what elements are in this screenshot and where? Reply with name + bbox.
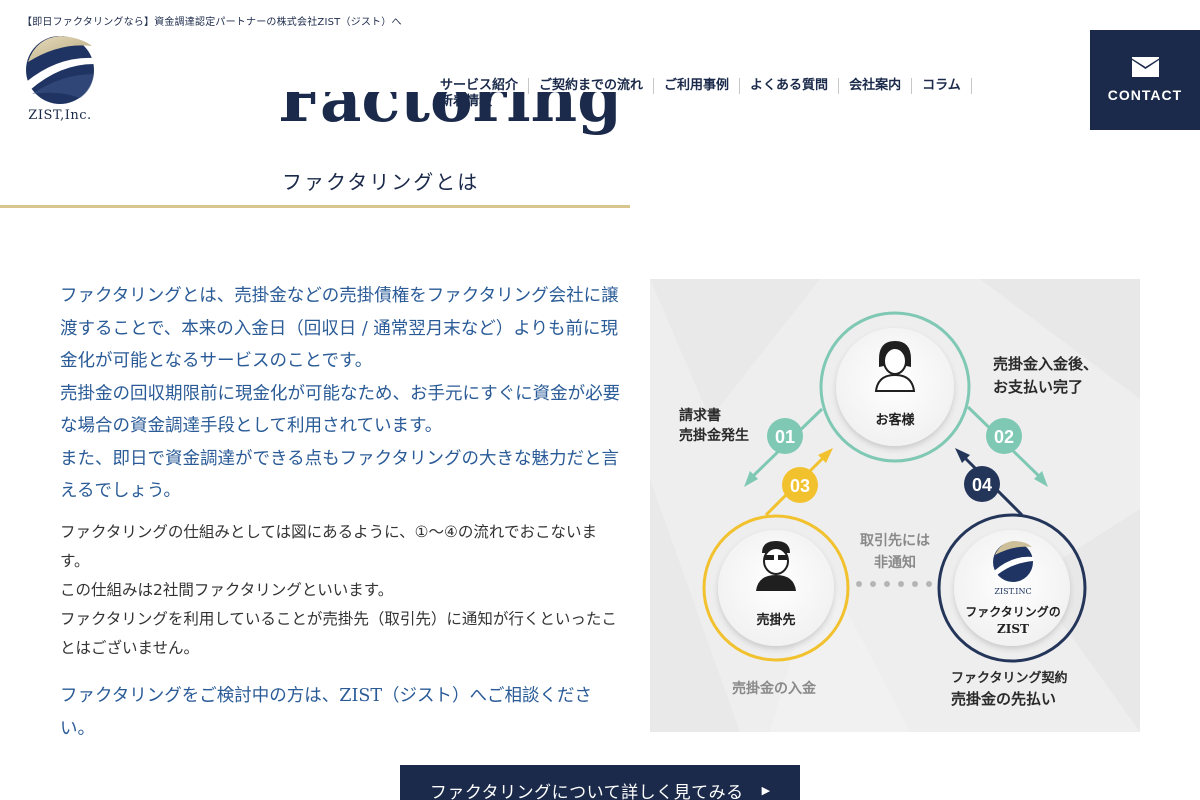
zist-label-line2: ZIST xyxy=(997,622,1029,636)
hero-subtitle: ファクタリングとは xyxy=(282,170,480,194)
notice-line1: 取引先には xyxy=(860,532,930,549)
lead-paragraph: 売掛金の回収期限前に現金化が可能なため、お手元にすぐに資金が必要な場合の資金調達… xyxy=(60,383,621,437)
svg-text:03: 03 xyxy=(790,476,810,496)
customer-person-icon xyxy=(874,341,916,392)
lead-text: ファクタリングとは、売掛金などの売掛債権をファクタリング会社に譲渡することで、本… xyxy=(60,280,625,508)
site-tagline: 【即日ファクタリングなら】資金調達認定パートナーの株式会社ZIST（ジスト）へ xyxy=(22,17,402,28)
nav-item-column[interactable]: コラム xyxy=(912,78,972,94)
svg-text:01: 01 xyxy=(775,427,795,447)
closing-text: ファクタリングをご検討中の方は、ZIST（ジスト）へご相談ください。 xyxy=(60,686,593,739)
step-badge-03: 03 xyxy=(782,467,818,503)
notice-line2: 非通知 xyxy=(874,554,916,571)
body-paragraph: ファクタリングを利用していることが売掛先（取引先）に通知が行くといったことはござ… xyxy=(60,610,617,657)
body-paragraph: この仕組みは2社間ファクタリングといいます。 xyxy=(60,581,394,599)
step-03-label: 売掛金の入金 xyxy=(732,680,817,697)
learn-more-button[interactable]: ファクタリングについて詳しく見てみる ▶ xyxy=(400,765,800,800)
hero-divider xyxy=(0,205,630,208)
svg-text:04: 04 xyxy=(972,475,992,495)
step-badge-04: 04 xyxy=(964,466,1000,502)
body-text: ファクタリングの仕組みとしては図にあるように、①～④の流れでおこないます。 この… xyxy=(60,518,625,663)
client-label: 売掛先 xyxy=(756,612,795,628)
chevron-right-icon: ▶ xyxy=(761,783,771,797)
notice-dotted-line xyxy=(856,581,932,587)
body-paragraph: ファクタリングの仕組みとしては図にあるように、①～④の流れでおこないます。 xyxy=(60,523,597,570)
contact-button[interactable]: CONTACT xyxy=(1090,30,1200,130)
hero-title: Factoring xyxy=(278,92,622,137)
client-node: 売掛先 xyxy=(702,514,850,662)
learn-more-label: ファクタリングについて詳しく見てみる xyxy=(429,782,744,800)
lead-paragraph: ファクタリングとは、売掛金などの売掛債権をファクタリング会社に譲渡することで、本… xyxy=(60,286,619,371)
step-02-label-line2: お支払い完了 xyxy=(993,378,1083,396)
nav-item-faq[interactable]: よくある質問 xyxy=(740,78,840,94)
nav-item-company[interactable]: 会社案内 xyxy=(839,78,913,94)
step-02-label-line1: 売掛金入金後、 xyxy=(993,355,1098,373)
step-04-label-line2: 売掛金の先払い xyxy=(951,690,1056,708)
step-badge-01: 01 xyxy=(767,418,803,454)
factoring-diagram: お客様 売掛先 ZIST.INC ファクタリングの ZIST 01 02 03 … xyxy=(650,279,1140,732)
zist-label-line1: ファクタリングの xyxy=(965,604,1061,619)
lead-paragraph: また、即日で資金調達ができる点もファクタリングの大きな魅力だと言えるでしょう。 xyxy=(60,448,619,502)
step-01-label-line2: 売掛金発生 xyxy=(679,427,749,444)
customer-node: お客様 xyxy=(819,311,971,463)
site-logo[interactable]: ZIST,Inc. xyxy=(18,34,102,123)
zist-node: ZIST.INC ファクタリングの ZIST xyxy=(937,513,1087,663)
logo-text: ZIST,Inc. xyxy=(28,108,92,123)
contact-label: CONTACT xyxy=(1107,87,1183,103)
step-04-label-line1: ファクタリング契約 xyxy=(951,670,1067,686)
zist-logo-icon xyxy=(26,36,94,104)
step-01-label-line1: 請求書 xyxy=(679,407,721,424)
svg-text:02: 02 xyxy=(994,427,1014,447)
zist-logo-text: ZIST.INC xyxy=(994,587,1031,596)
nav-item-case-studies[interactable]: ご利用事例 xyxy=(654,78,741,94)
step-badge-02: 02 xyxy=(986,418,1022,454)
customer-label: お客様 xyxy=(875,412,915,428)
envelope-icon xyxy=(1131,57,1159,77)
